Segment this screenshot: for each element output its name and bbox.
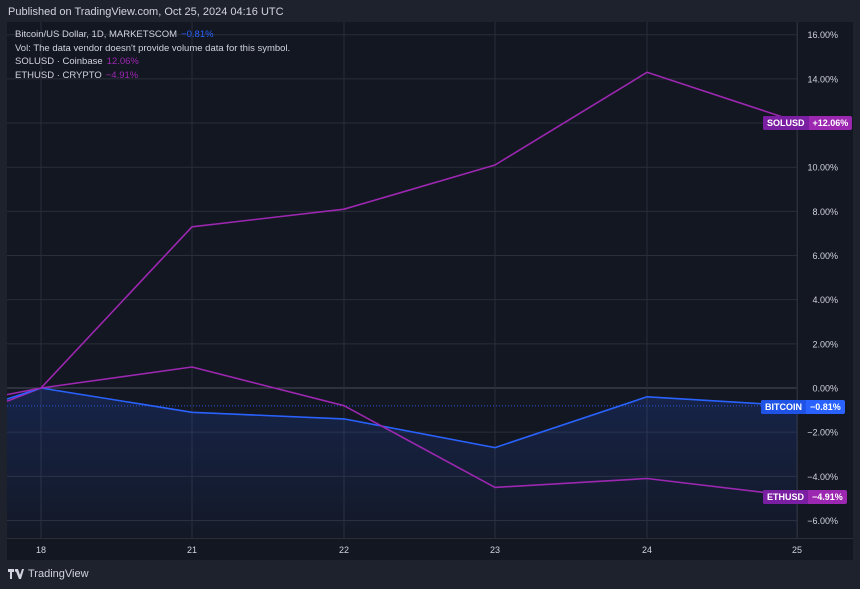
y-axis-ticks: 16.00%14.00%12.00%10.00%8.00%6.00%4.00%2… [807,30,838,526]
y-tick-label-11: −6.00% [807,516,838,526]
bitcoin-area [7,388,797,538]
legend-eth-row[interactable]: ETHUSD · CRYPTO −4.91% [15,69,290,83]
legend-eth-change: −4.91% [105,69,139,81]
y-tick-label-5: 6.00% [812,251,838,261]
tradingview-logo-icon [8,569,24,579]
legend-sol-label: SOLUSD · Coinbase [15,56,103,67]
legend-sol-change: 12.06% [106,56,139,67]
y-tick-label-8: 0.00% [812,384,838,394]
sol-badge-name: SOLUSD [763,116,809,130]
legend-main-symbol: Bitcoin/US Dollar, 1D, MARKETSCOM [15,29,178,40]
tradingview-logo[interactable]: TradingView [8,568,89,580]
y-tick-label-7: 2.00% [812,339,838,349]
y-tick-label-3: 10.00% [807,163,838,173]
btc-badge-name: BITCOIN [761,400,806,414]
eth-price-badge: ETHUSD −4.91% [763,490,847,504]
legend-volume-row: Vol: The data vendor doesn't provide vol… [15,42,291,54]
btc-badge-value: −0.81% [810,402,841,412]
y-tick-label-6: 4.00% [812,295,838,305]
x-tick-label-1: 21 [187,545,197,555]
sol-badge-value: +12.06% [812,118,849,128]
x-tick-label-2: 22 [339,545,349,555]
tradingview-brand: TradingView [28,568,89,580]
price-comparison-chart[interactable]: 16.00%14.00%12.00%10.00%8.00%6.00%4.00%2… [0,0,860,589]
legend-eth-label: ETHUSD · CRYPTO [15,69,102,81]
y-tick-label-9: −2.00% [807,428,838,438]
eth-badge-name: ETHUSD [763,490,809,504]
y-tick-label-10: −4.00% [807,472,838,482]
x-tick-label-0: 18 [36,545,46,555]
btc-price-badge: BITCOIN −0.81% [761,400,845,414]
sol-price-badge: SOLUSD +12.06% [763,116,853,130]
eth-badge-value: −4.91% [812,492,843,502]
legend-main-change: −0.81% [181,29,214,40]
legend-sol-row[interactable]: SOLUSD · Coinbase 12.06% [15,55,290,69]
legend-main-row: Bitcoin/US Dollar, 1D, MARKETSCOM −0.81% [15,28,290,42]
legend: Bitcoin/US Dollar, 1D, MARKETSCOM −0.81% … [15,28,290,82]
bitcoin-area-fill [7,388,797,538]
y-tick-label-4: 8.00% [812,207,838,217]
series-line-solusd [6,71,798,402]
x-axis-ticks: 18 21 22 23 24 25 [36,545,802,555]
x-tick-label-3: 23 [490,545,500,555]
y-tick-label-0: 16.00% [807,30,838,40]
x-tick-label-4: 24 [642,545,652,555]
y-tick-label-1: 14.00% [807,74,838,84]
x-tick-label-5: 25 [792,545,802,555]
